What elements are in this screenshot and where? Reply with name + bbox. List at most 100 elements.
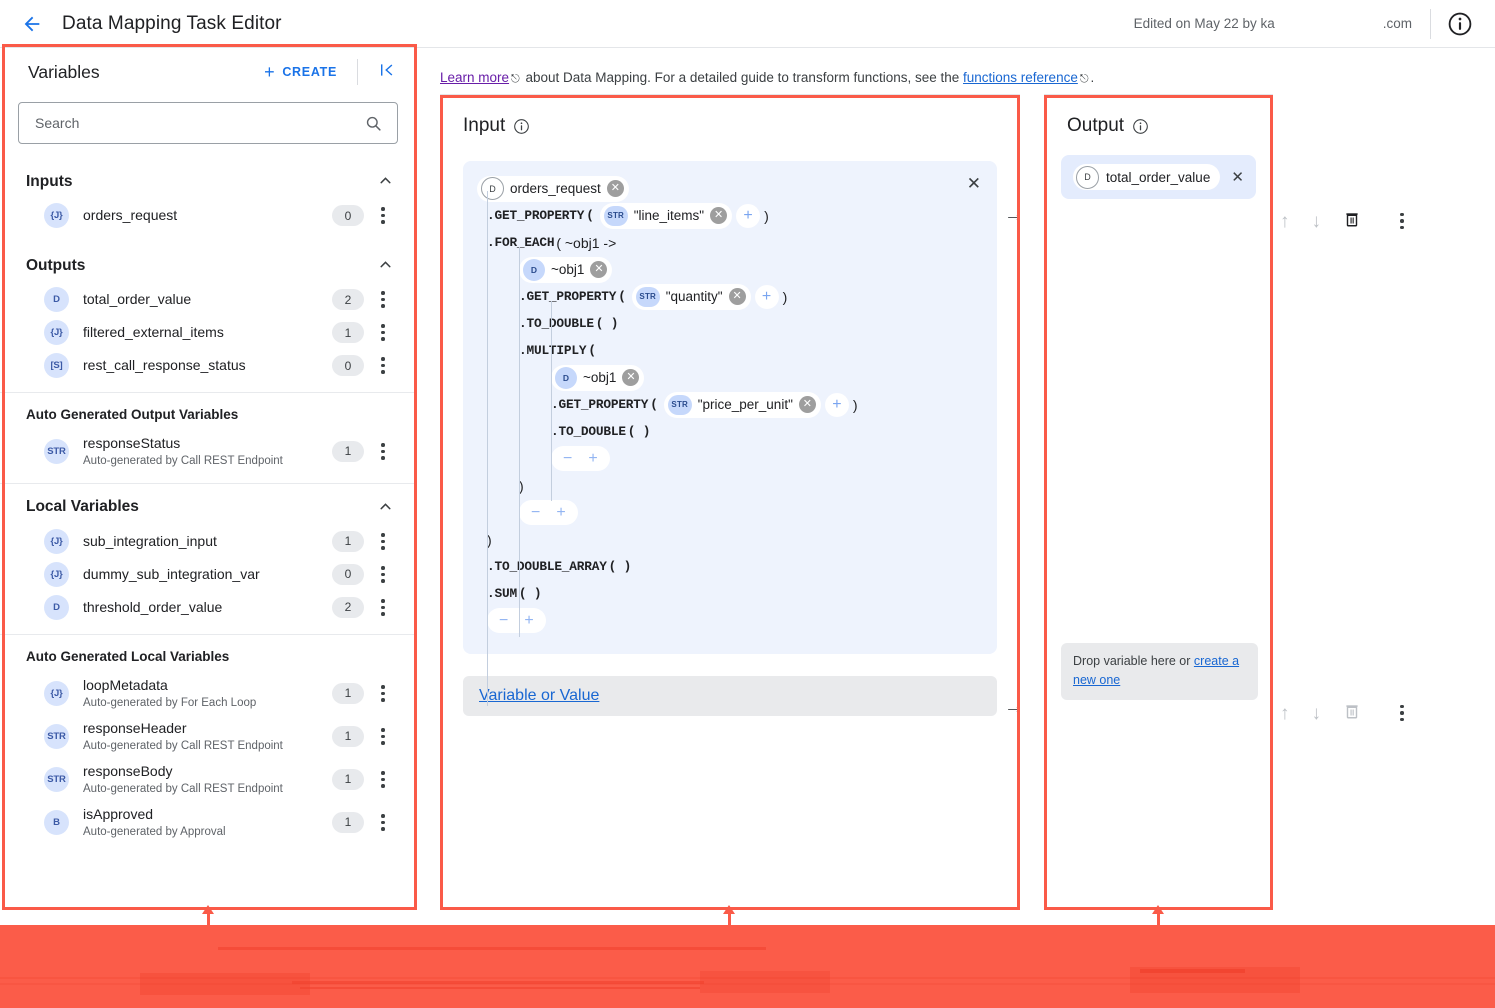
variable-row[interactable]: Dtotal_order_value2 bbox=[0, 283, 416, 316]
plus-icon[interactable]: + bbox=[588, 451, 597, 467]
variable-chip[interactable]: D~obj1✕ bbox=[551, 365, 644, 391]
variable-or-value-link[interactable]: Variable or Value bbox=[479, 687, 599, 705]
variable-row[interactable]: {J}filtered_external_items1 bbox=[0, 316, 416, 349]
function-open-paren: ( bbox=[618, 289, 625, 304]
function-close-paren: ) bbox=[764, 208, 769, 224]
remove-output-variable-button[interactable]: ✕ bbox=[1231, 168, 1244, 186]
row-more-button[interactable] bbox=[1389, 213, 1415, 230]
variable-more-button[interactable] bbox=[370, 533, 396, 550]
expression-guide-line bbox=[487, 191, 488, 706]
variable-row[interactable]: [S]rest_call_response_status0 bbox=[0, 349, 416, 382]
add-argument-button[interactable]: + bbox=[736, 204, 760, 228]
chevron-up-icon[interactable] bbox=[377, 256, 394, 275]
delete-row-button-2[interactable] bbox=[1343, 702, 1361, 724]
variable-chip[interactable]: D~obj1✕ bbox=[519, 257, 612, 283]
variable-row[interactable]: BisApprovedAuto-generated by Approval1 bbox=[0, 801, 416, 844]
info-circle-icon[interactable] bbox=[1132, 118, 1149, 135]
output-variable-row[interactable]: D total_order_value ✕ bbox=[1061, 155, 1256, 199]
back-button[interactable] bbox=[18, 10, 46, 38]
variable-name: dummy_sub_integration_var bbox=[83, 565, 260, 584]
move-down-button[interactable]: ↓ bbox=[1312, 212, 1322, 231]
variable-more-button[interactable] bbox=[370, 324, 396, 341]
search-box[interactable] bbox=[18, 102, 398, 144]
variable-more-button[interactable] bbox=[370, 728, 396, 745]
row-more-button-2[interactable] bbox=[1389, 705, 1415, 722]
remove-chip-button[interactable]: ✕ bbox=[590, 261, 607, 278]
variable-row[interactable]: STRresponseStatusAuto-generated by Call … bbox=[0, 430, 416, 473]
expression-line: ) bbox=[477, 526, 981, 553]
expression-editor[interactable]: ✕ D orders_request ✕ .GET_PROPERTY( STR"l… bbox=[463, 161, 997, 654]
string-argument-chip[interactable]: STR"line_items"✕ bbox=[600, 203, 732, 229]
remove-chip-button[interactable]: ✕ bbox=[710, 207, 727, 224]
info-circle-icon[interactable] bbox=[513, 118, 530, 135]
sidebar-header: Variables + CREATE bbox=[0, 48, 416, 96]
clear-expression-button[interactable]: ✕ bbox=[967, 175, 981, 192]
variable-chip-orders-request[interactable]: D orders_request ✕ bbox=[477, 176, 629, 202]
add-remove-step-control[interactable]: −+ bbox=[519, 500, 578, 525]
add-argument-button[interactable]: + bbox=[825, 393, 849, 417]
function-name: .GET_PROPERTY bbox=[519, 289, 616, 304]
functions-reference-link[interactable]: functions reference bbox=[963, 70, 1078, 85]
create-variable-button[interactable]: + CREATE bbox=[258, 57, 343, 87]
move-down-button-2[interactable]: ↓ bbox=[1312, 704, 1322, 723]
expression-line: −+ bbox=[477, 499, 981, 526]
function-name: .TO_DOUBLE_ARRAY bbox=[487, 559, 607, 574]
variable-type-badge: {J} bbox=[44, 562, 69, 587]
section-title: Outputs bbox=[26, 257, 85, 275]
variable-row[interactable]: {J}dummy_sub_integration_var0 bbox=[0, 558, 416, 591]
variable-more-button[interactable] bbox=[370, 566, 396, 583]
section-header: Inputs bbox=[0, 164, 416, 199]
minus-icon[interactable]: − bbox=[531, 505, 540, 521]
variable-more-button[interactable] bbox=[370, 771, 396, 788]
variable-row[interactable]: {J}loopMetadataAuto-generated by For Eac… bbox=[0, 672, 416, 715]
variable-type-badge: {J} bbox=[44, 529, 69, 554]
search-icon[interactable] bbox=[364, 114, 383, 133]
variable-subtitle: Auto-generated by Call REST Endpoint bbox=[83, 781, 283, 797]
variable-more-button[interactable] bbox=[370, 357, 396, 374]
output-panel-title: Output bbox=[1067, 115, 1124, 137]
remove-chip-button[interactable]: ✕ bbox=[799, 396, 816, 413]
variable-row[interactable]: {J}sub_integration_input1 bbox=[0, 525, 416, 558]
move-up-button-2[interactable]: ↑ bbox=[1280, 704, 1290, 723]
delete-row-button[interactable] bbox=[1343, 210, 1361, 232]
variable-row[interactable]: STRresponseBodyAuto-generated by Call RE… bbox=[0, 758, 416, 801]
remove-chip-button[interactable]: ✕ bbox=[607, 180, 624, 197]
variable-type-badge: {J} bbox=[44, 203, 69, 228]
minus-icon[interactable]: − bbox=[499, 613, 508, 629]
section-header: Outputs bbox=[0, 248, 416, 283]
string-argument-chip[interactable]: STR"price_per_unit"✕ bbox=[664, 392, 821, 418]
drop-variable-zone[interactable]: Drop variable here or create a new one bbox=[1061, 643, 1258, 700]
variable-row[interactable]: STRresponseHeaderAuto-generated by Call … bbox=[0, 715, 416, 758]
string-argument-chip[interactable]: STR"quantity"✕ bbox=[632, 284, 751, 310]
plus-icon[interactable]: + bbox=[524, 613, 533, 629]
variable-more-button[interactable] bbox=[370, 443, 396, 460]
minus-icon[interactable]: − bbox=[563, 451, 572, 467]
variable-more-button[interactable] bbox=[370, 814, 396, 831]
variable-more-button[interactable] bbox=[370, 291, 396, 308]
variable-more-button[interactable] bbox=[370, 207, 396, 224]
remove-chip-button[interactable]: ✕ bbox=[622, 369, 639, 386]
variable-more-button[interactable] bbox=[370, 599, 396, 616]
top-bar-right: Edited on May 22 by ka .com bbox=[1134, 0, 1495, 47]
remove-chip-button[interactable]: ✕ bbox=[729, 288, 746, 305]
edited-status: Edited on May 22 by ka bbox=[1134, 16, 1275, 31]
move-up-button[interactable]: ↑ bbox=[1280, 212, 1290, 231]
chevron-up-icon[interactable] bbox=[377, 172, 394, 191]
variable-or-value-row[interactable]: Variable or Value bbox=[463, 676, 997, 716]
plus-icon[interactable]: + bbox=[556, 505, 565, 521]
add-remove-step-control[interactable]: −+ bbox=[551, 446, 610, 471]
search-input[interactable] bbox=[33, 114, 364, 132]
variables-sidebar: Variables + CREATE bbox=[0, 48, 417, 910]
variable-more-button[interactable] bbox=[370, 685, 396, 702]
variable-chip-total-order-value[interactable]: D total_order_value bbox=[1073, 164, 1220, 190]
variable-subtitle: Auto-generated by Call REST Endpoint bbox=[83, 453, 283, 469]
learn-more-link[interactable]: Learn more bbox=[440, 70, 509, 85]
info-button[interactable] bbox=[1447, 11, 1473, 37]
add-argument-button[interactable]: + bbox=[755, 285, 779, 309]
collapse-sidebar-button[interactable] bbox=[372, 58, 402, 87]
chevron-up-icon[interactable] bbox=[377, 498, 394, 517]
add-remove-step-control[interactable]: −+ bbox=[487, 608, 546, 633]
variable-row[interactable]: {J}orders_request0 bbox=[0, 199, 416, 232]
expression-line: .GET_PROPERTY(STR"line_items"✕+) bbox=[477, 202, 981, 229]
variable-row[interactable]: Dthreshold_order_value2 bbox=[0, 591, 416, 624]
